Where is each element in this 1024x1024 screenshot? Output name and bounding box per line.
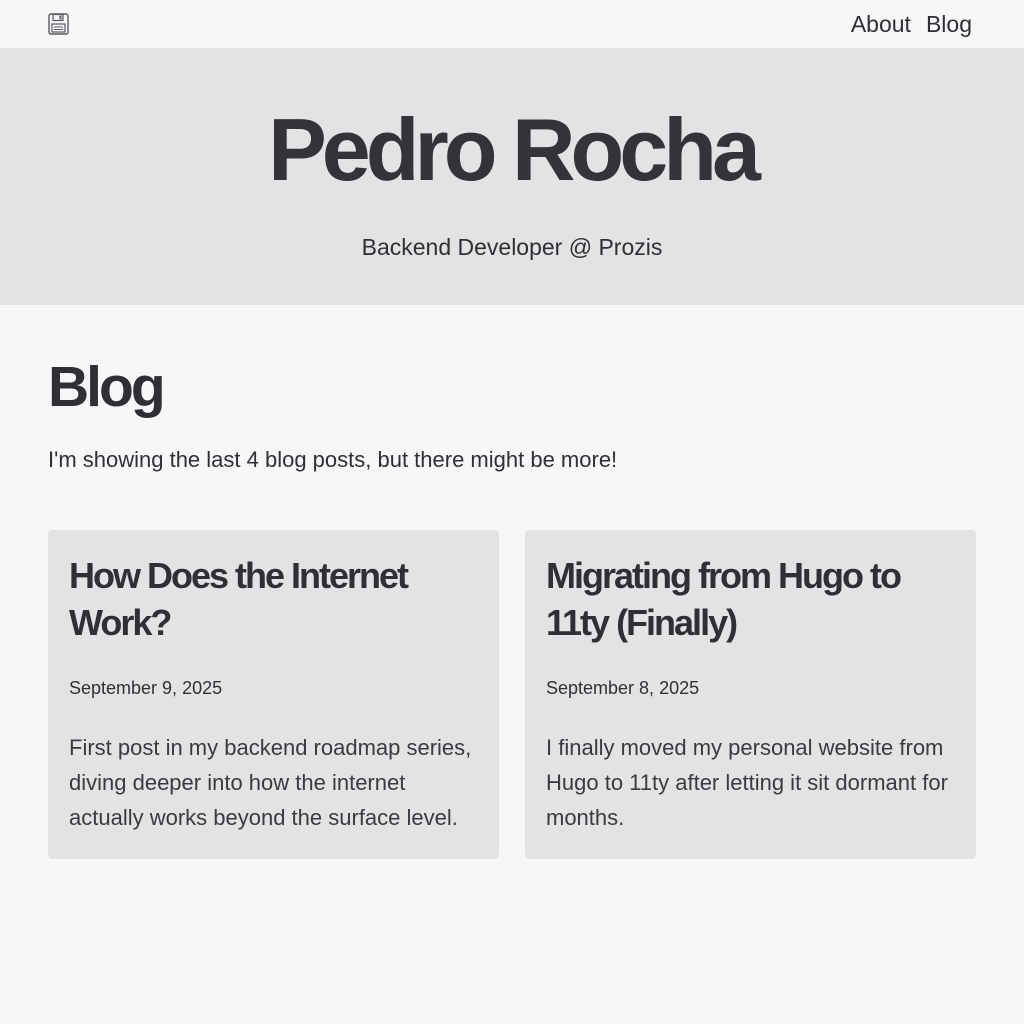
- post-date: September 8, 2025: [546, 678, 700, 698]
- nav-link-blog[interactable]: Blog: [926, 12, 972, 36]
- site-title: Pedro Rocha: [268, 100, 761, 199]
- main-nav: About Blog: [851, 12, 972, 36]
- post-date: September 9, 2025: [69, 678, 223, 698]
- page-heading: Blog: [48, 355, 166, 419]
- post-card[interactable]: How Does the Internet Work? September 9,…: [48, 530, 499, 859]
- hero-banner: Pedro Rocha Backend Developer @ Prozis: [0, 48, 1024, 305]
- intro-text: I'm showing the last 4 blog posts, but t…: [48, 447, 618, 472]
- post-title[interactable]: How Does the Internet Work?: [69, 552, 478, 646]
- site-subtitle: Backend Developer @ Prozis: [361, 234, 663, 260]
- post-title[interactable]: Migrating from Hugo to 11ty (Finally): [546, 552, 955, 646]
- floppy-disk-icon[interactable]: [48, 13, 69, 35]
- main-content: Blog I'm showing the last 4 blog posts, …: [0, 359, 1024, 859]
- nav-link-about[interactable]: About: [851, 12, 911, 36]
- post-excerpt: I finally moved my personal website from…: [546, 735, 948, 830]
- top-nav-bar: About Blog: [0, 0, 1024, 48]
- post-card[interactable]: Migrating from Hugo to 11ty (Finally) Se…: [525, 530, 976, 859]
- post-list: How Does the Internet Work? September 9,…: [48, 530, 976, 859]
- post-excerpt: First post in my backend roadmap series,…: [69, 735, 472, 830]
